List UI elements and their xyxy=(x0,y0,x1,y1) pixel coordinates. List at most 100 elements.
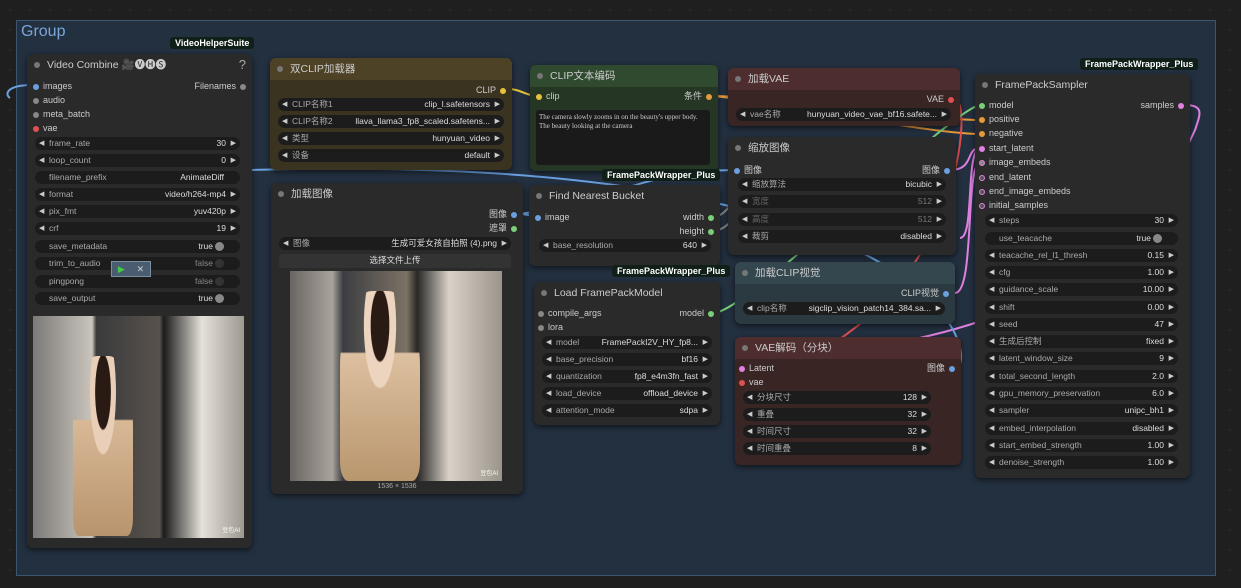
framepack-sampler-node[interactable]: FramePackSampler samples model positive … xyxy=(975,74,1190,478)
output-filenames[interactable]: Filenames xyxy=(194,80,250,92)
bucket-header[interactable]: Find Nearest Bucket xyxy=(529,185,720,207)
vae-decode-header[interactable]: VAE解码（分块） xyxy=(735,337,961,359)
output-width[interactable]: width xyxy=(683,211,718,223)
load-vae-node[interactable]: 加载VAE VAE vae名称 hunyuan_video_vae_bf16.sa… xyxy=(728,68,960,126)
widget-control-after-generate[interactable]: 生成后控制 fixed xyxy=(985,335,1178,348)
widget-vae-name[interactable]: vae名称 hunyuan_video_vae_bf16.safete... xyxy=(736,108,951,121)
widget-attention-mode[interactable]: attention_mode sdpa xyxy=(542,404,712,417)
input-model[interactable]: model xyxy=(975,99,1014,111)
widget-seed[interactable]: seed 47 xyxy=(985,318,1178,331)
input-image-embeds[interactable]: image_embeds xyxy=(975,156,1051,168)
load-clip-vision-node[interactable]: 加载CLIP视觉 CLIP视觉 clip名称 sigclip_vision_pat… xyxy=(735,262,955,324)
output-model[interactable]: model xyxy=(679,307,718,319)
output-mask[interactable]: 遮罩 xyxy=(489,222,521,234)
widget-shift[interactable]: shift 0.00 xyxy=(985,301,1178,314)
vae-decode-tiled-node[interactable]: VAE解码（分块） Latent vae 图像 分块尺寸 128 重叠 32 时间尺… xyxy=(735,337,961,465)
widget-loop-count[interactable]: loop_count 0 xyxy=(35,154,240,167)
clip-text-encode-node[interactable]: CLIP文本编码 clip 条件 The camera slowly zooms… xyxy=(530,65,718,171)
sampler-header[interactable]: FramePackSampler xyxy=(975,74,1190,96)
input-vae[interactable]: vae xyxy=(735,376,764,388)
input-image[interactable]: 图像 xyxy=(730,164,762,176)
widget-cfg[interactable]: cfg 1.00 xyxy=(985,266,1178,279)
widget-embed-interpolation[interactable]: embed_interpolation disabled xyxy=(985,422,1178,435)
output-image[interactable]: 图像 xyxy=(927,362,959,374)
output-samples[interactable]: samples xyxy=(1140,99,1188,111)
toggle-use-teacache[interactable]: use_teacache true xyxy=(985,232,1178,245)
input-end-image-embeds[interactable]: end_image_embeds xyxy=(975,185,1071,197)
input-end-latent[interactable]: end_latent xyxy=(975,171,1031,183)
upload-button[interactable]: 选择文件上传 xyxy=(279,254,511,268)
widget-clip-vision-name[interactable]: clip名称 sigclip_vision_patch14_384.sa... xyxy=(743,302,945,315)
widget-overlap[interactable]: 重叠 32 xyxy=(743,408,931,421)
prompt-textarea[interactable]: The camera slowly zooms in on the beauty… xyxy=(536,110,710,165)
load-image-node[interactable]: 加载图像 图像 遮罩 图像生成可爱女孩自拍照 (4).png 选择文件上传 豆包… xyxy=(271,183,523,494)
widget-frame-rate[interactable]: frame_rate 30 xyxy=(35,137,240,150)
input-vae[interactable]: vae xyxy=(29,122,58,134)
widget-image-file[interactable]: 图像 生成可爱女孩自拍照 (4).png xyxy=(279,237,511,250)
help-icon[interactable]: ? xyxy=(239,54,246,76)
widget-teacache-thresh[interactable]: teacache_rel_l1_thresh 0.15 xyxy=(985,249,1178,262)
widget-crop[interactable]: 裁剪 disabled xyxy=(738,230,946,243)
input-clip[interactable]: clip xyxy=(532,90,560,102)
clip-text-header[interactable]: CLIP文本编码 xyxy=(530,65,718,87)
widget-latent-window-size[interactable]: latent_window_size 9 xyxy=(985,352,1178,365)
input-compile-args[interactable]: compile_args xyxy=(534,307,602,319)
widget-quantization[interactable]: quantization fp8_e4m3fn_fast xyxy=(542,370,712,383)
close-icon[interactable]: ✕ xyxy=(137,264,145,275)
widget-base-precision[interactable]: base_precision bf16 xyxy=(542,353,712,366)
play-overlay[interactable]: ▶ ✕ xyxy=(111,261,151,277)
input-audio[interactable]: audio xyxy=(29,94,65,106)
widget-clip-name-1[interactable]: CLIP名称1 clip_l.safetensors xyxy=(278,98,504,111)
resize-image-node[interactable]: 缩放图像 图像 图像 缩放算法 bicubic 宽度 512 高度 512 裁剪 dis… xyxy=(728,137,956,255)
widget-pix-fmt[interactable]: pix_fmt yuv420p xyxy=(35,205,240,218)
find-nearest-bucket-node[interactable]: Find Nearest Bucket image width height b… xyxy=(529,185,720,266)
load-image-header[interactable]: 加载图像 xyxy=(271,183,523,205)
input-images[interactable]: images xyxy=(29,80,72,92)
widget-filename-prefix[interactable]: filename_prefix AnimateDiff xyxy=(35,171,240,184)
output-image[interactable]: 图像 xyxy=(489,208,521,220)
input-image[interactable]: image xyxy=(531,211,570,223)
widget-device[interactable]: 设备 default xyxy=(278,149,504,162)
output-conditioning[interactable]: 条件 xyxy=(684,90,716,102)
load-framepack-model-node[interactable]: Load FramePackModel compile_args lora mo… xyxy=(534,282,720,425)
widget-clip-type[interactable]: 类型 hunyuan_video xyxy=(278,132,504,145)
widget-tile-size[interactable]: 分块尺寸 128 xyxy=(743,391,931,404)
video-combine-header[interactable]: Video Combine 🎥🅥🅗🅢? xyxy=(27,54,252,76)
dual-clip-loader-node[interactable]: 双CLIP加载器 CLIP CLIP名称1clip_l.safetensors … xyxy=(270,58,512,170)
output-image[interactable]: 图像 xyxy=(922,164,954,176)
widget-gpu-memory-preservation[interactable]: gpu_memory_preservation 6.0 xyxy=(985,387,1178,400)
output-clip-vision[interactable]: CLIP视觉 xyxy=(901,287,953,299)
load-vae-header[interactable]: 加载VAE xyxy=(728,68,960,90)
widget-upscale-method[interactable]: 缩放算法 bicubic xyxy=(738,178,946,191)
widget-width[interactable]: 宽度 512 xyxy=(738,195,946,208)
output-clip[interactable]: CLIP xyxy=(476,84,510,96)
input-start-latent[interactable]: start_latent xyxy=(975,142,1034,154)
resize-header[interactable]: 缩放图像 xyxy=(728,137,956,159)
widget-temporal-overlap[interactable]: 时间重叠 8 xyxy=(743,442,931,455)
widget-steps[interactable]: steps 30 xyxy=(985,214,1178,227)
output-height[interactable]: height xyxy=(679,225,718,237)
input-initial-samples[interactable]: initial_samples xyxy=(975,199,1048,211)
fp-model-header[interactable]: Load FramePackModel xyxy=(534,282,720,304)
widget-denoise-strength[interactable]: denoise_strength 1.00 xyxy=(985,456,1178,469)
widget-height[interactable]: 高度 512 xyxy=(738,213,946,226)
widget-load-device[interactable]: load_device offload_device xyxy=(542,387,712,400)
toggle-save-metadata[interactable]: save_metadata true xyxy=(35,240,240,253)
output-vae[interactable]: VAE xyxy=(927,93,958,105)
toggle-save-output[interactable]: save_output true xyxy=(35,292,240,305)
widget-total-second-length[interactable]: total_second_length 2.0 xyxy=(985,370,1178,383)
input-lora[interactable]: lora xyxy=(534,321,563,333)
widget-guidance-scale[interactable]: guidance_scale 10.00 xyxy=(985,283,1178,296)
clip-vision-header[interactable]: 加载CLIP视觉 xyxy=(735,262,955,284)
input-meta-batch[interactable]: meta_batch xyxy=(29,108,90,120)
widget-crf[interactable]: crf 19 xyxy=(35,222,240,235)
dual-clip-header[interactable]: 双CLIP加载器 xyxy=(270,58,512,80)
widget-temporal-size[interactable]: 时间尺寸 32 xyxy=(743,425,931,438)
widget-format[interactable]: format video/h264-mp4 xyxy=(35,188,240,201)
input-negative[interactable]: negative xyxy=(975,127,1023,139)
widget-start-embed-strength[interactable]: start_embed_strength 1.00 xyxy=(985,439,1178,452)
widget-clip-name-2[interactable]: CLIP名称2 llava_llama3_fp8_scaled.safetens.… xyxy=(278,115,504,128)
widget-sampler[interactable]: sampler unipc_bh1 xyxy=(985,404,1178,417)
widget-model[interactable]: model FramePackI2V_HY_fp8... xyxy=(542,336,712,349)
widget-base-resolution[interactable]: base_resolution 640 xyxy=(539,239,711,252)
